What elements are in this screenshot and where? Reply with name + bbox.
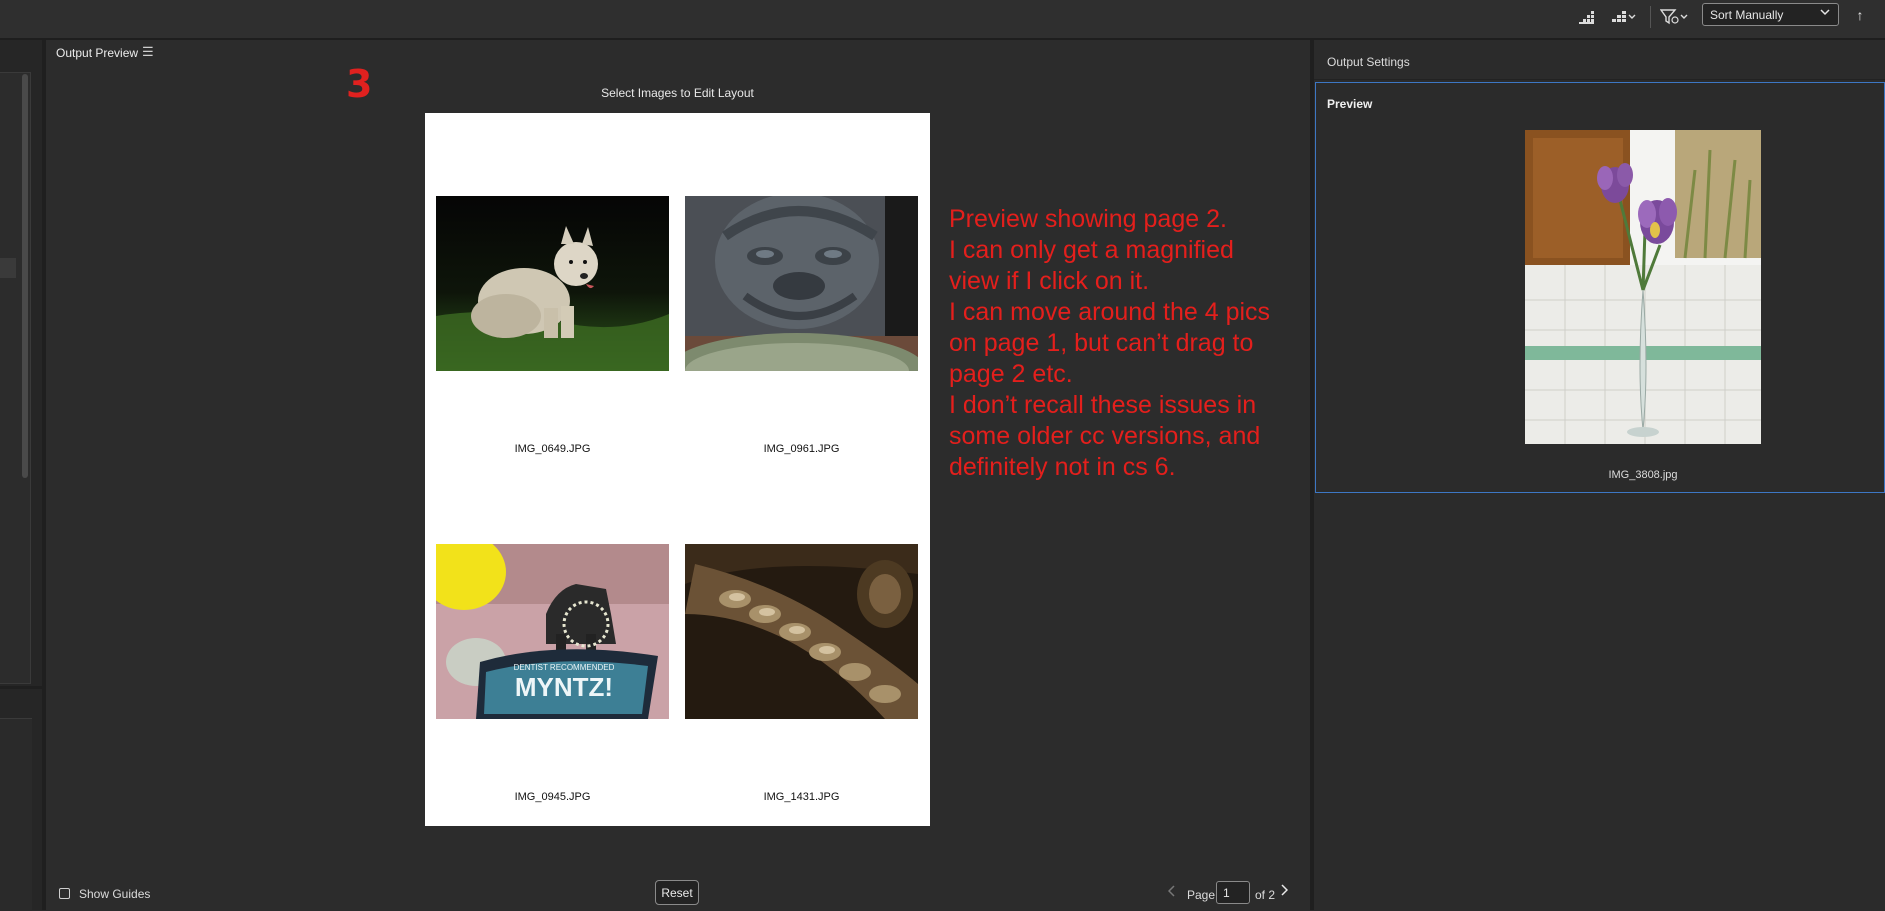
chevron-right-icon [1281,884,1289,896]
annotation-line: on page 1, but can’t drag to [949,329,1254,357]
page-number-input[interactable] [1216,881,1250,904]
panel-divider [1314,79,1885,80]
annotation-line: I can move around the 4 pics [949,298,1271,326]
annotation-line: view if I click on it. [949,267,1150,295]
output-preview-title: Output Preview [56,46,139,60]
left-panel-divider[interactable] [0,686,42,689]
page-image-1[interactable] [436,196,669,371]
next-page-button[interactable] [1280,884,1289,899]
page-image-2[interactable] [685,196,918,371]
arrow-up-icon: ↑ [1856,6,1864,23]
left-panel-selected-row[interactable] [0,258,16,278]
panel-menu-icon[interactable]: ☰ [142,44,154,60]
page-image-3[interactable]: DENTIST RECOMMENDED MYNTZ! [436,544,669,719]
annotation-line: page 2 etc. [949,360,1073,388]
annotation-line: I can only get a magnified [949,236,1234,264]
sort-dropdown-value: Sort Manually [1710,7,1784,22]
sort-direction-button[interactable]: ↑ [1850,3,1870,26]
chevron-down-icon [1820,7,1830,20]
svg-text:DENTIST RECOMMENDED: DENTIST RECOMMENDED [514,663,615,672]
left-panel-lower-section [0,718,32,911]
annotation-line: some older cc versions, and [949,422,1261,450]
page-count-label: of 2 [1255,888,1276,902]
edit-layout-hint: Select Images to Edit Layout [601,86,754,100]
toolbar-divider [1650,6,1651,28]
previous-page-button[interactable] [1167,885,1176,900]
image-caption-3: IMG_0945.JPG [514,791,591,803]
left-panel-scrollbar[interactable] [22,74,28,478]
preview-image[interactable] [1525,130,1761,444]
annotation-number: 3 [346,62,373,106]
image-caption-1: IMG_0649.JPG [514,443,591,455]
annotation-line: I don’t recall these issues in [949,391,1257,419]
preview-image-caption: IMG_3808.jpg [1608,469,1678,481]
top-toolbar [0,0,1885,40]
page-label: Page [1187,888,1216,902]
thumbnail-size-small-icon[interactable] [1576,5,1598,29]
annotation-text: Preview showing page 2. I can only get a… [949,204,1304,483]
page-image-4[interactable] [685,544,918,719]
preview-page[interactable]: IMG_0649.JPG IMG_0961.JPG DENTIST RECOMM… [425,113,930,826]
annotation-line: Preview showing page 2. [949,205,1227,233]
show-guides-label[interactable]: Show Guides [79,887,150,901]
chevron-left-icon [1167,885,1175,897]
image-caption-2: IMG_0961.JPG [763,443,840,455]
show-guides-checkbox[interactable] [59,888,70,899]
svg-text:MYNTZ!: MYNTZ! [515,672,613,702]
sort-dropdown[interactable]: Sort Manually [1702,3,1839,26]
image-caption-4: IMG_1431.JPG [763,791,840,803]
preview-label: Preview [1327,97,1373,111]
output-settings-title: Output Settings [1327,55,1410,69]
annotation-line: definitely not in cs 6. [949,453,1176,481]
thumbnail-size-large-icon[interactable] [1609,5,1639,29]
filter-icon[interactable] [1659,5,1691,29]
reset-button[interactable]: Reset [655,880,699,905]
